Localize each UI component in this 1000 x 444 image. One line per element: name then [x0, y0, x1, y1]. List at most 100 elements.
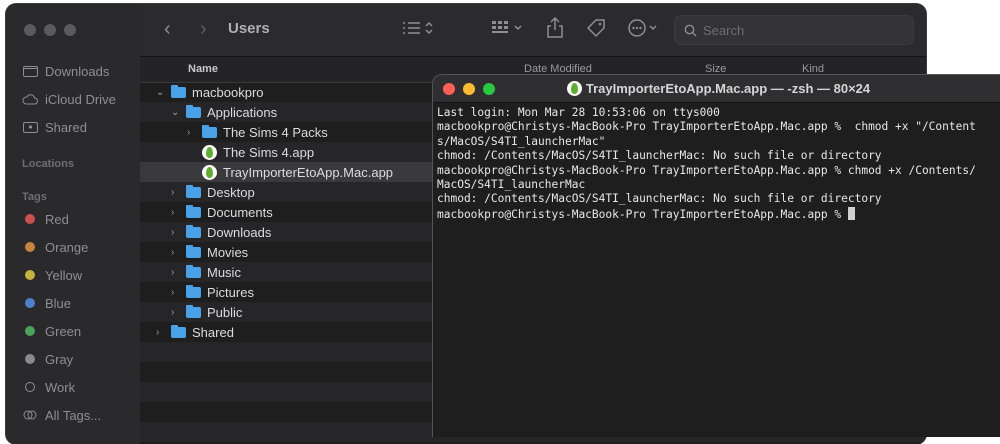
tag-dot-icon: [25, 242, 35, 252]
sidebar-tag-work[interactable]: Work: [22, 377, 75, 397]
chevron-right-icon[interactable]: ›: [171, 227, 183, 238]
terminal-prompt: macbookpro@Christys-MacBook-Pro TrayImpo…: [437, 207, 848, 221]
cloud-icon: [22, 93, 38, 105]
sidebar-tag-gray[interactable]: Gray: [22, 349, 73, 369]
text-cursor: [847, 206, 855, 220]
sidebar-item-label: Orange: [45, 239, 89, 255]
folder-icon: [186, 224, 201, 238]
chevron-right-icon[interactable]: ›: [156, 327, 168, 338]
folder-icon: [202, 124, 217, 138]
sidebar-item-downloads[interactable]: Downloads: [22, 61, 109, 81]
column-name[interactable]: Name: [188, 63, 218, 75]
search-placeholder: Search: [703, 22, 745, 38]
terminal-titlebar: TrayImporterEtoApp.Mac.app — -zsh — 80×2…: [433, 75, 1000, 103]
list-view-icon[interactable]: [402, 20, 434, 41]
tag-dot-icon: [25, 270, 35, 280]
list-item-label: Public: [207, 304, 243, 320]
sidebar-item-label: Yellow: [45, 267, 83, 283]
sidebar-tag-orange[interactable]: Orange: [22, 237, 88, 257]
window-controls: [24, 24, 76, 36]
sidebar-tag-green[interactable]: Green: [22, 321, 81, 341]
folder-icon: [186, 184, 201, 198]
chevron-right-icon[interactable]: ›: [171, 267, 183, 278]
forward-button[interactable]: ›: [200, 18, 207, 41]
sidebar-item-label: Green: [45, 323, 82, 339]
terminal-line: macbookpro@Christys-MacBook-Pro TrayImpo…: [437, 120, 976, 134]
close-button[interactable]: [24, 24, 36, 36]
sidebar-item-shared[interactable]: Shared: [22, 117, 87, 137]
list-item-label: Documents: [207, 204, 273, 220]
terminal-line: chmod: /Contents/MacOS/S4TI_launcherMac:…: [437, 149, 882, 163]
share-icon[interactable]: [546, 16, 564, 44]
list-item-label: Shared: [192, 324, 234, 340]
folder-icon: [186, 244, 201, 258]
terminal-line: s/MacOS/S4TI_launcherMac": [437, 134, 606, 148]
all-tags-icon: [22, 410, 38, 420]
group-icon[interactable]: [492, 20, 526, 41]
chevron-right-icon[interactable]: ›: [171, 207, 183, 218]
chevron-right-icon[interactable]: ›: [171, 187, 183, 198]
sidebar-item-label: Shared: [45, 119, 87, 135]
folder-icon: [171, 324, 186, 338]
chevron-right-icon[interactable]: ›: [171, 247, 183, 258]
sidebar-tag-yellow[interactable]: Yellow: [22, 265, 82, 285]
folder-icon: [186, 204, 201, 218]
locations-header: Locations: [22, 158, 74, 170]
list-item-label: The Sims 4 Packs: [223, 124, 328, 140]
list-item-label: Music: [207, 264, 241, 280]
folder-download-icon: [22, 65, 38, 77]
more-actions-icon[interactable]: [628, 19, 662, 42]
list-item-label: Applications: [207, 104, 278, 120]
terminal-output[interactable]: Last login: Mon Mar 28 10:53:06 on ttys0…: [433, 103, 1000, 222]
shared-folder-icon: [22, 121, 38, 133]
terminal-title: TrayImporterEtoApp.Mac.app — -zsh — 80×2…: [433, 81, 1000, 96]
terminal-title-text: TrayImporterEtoApp.Mac.app — -zsh — 80×2…: [585, 81, 871, 96]
search-field[interactable]: Search: [674, 15, 914, 45]
sidebar-tag-red[interactable]: Red: [22, 209, 69, 229]
tag-dot-icon: [25, 354, 35, 364]
trayimporter-app-icon: [566, 81, 582, 96]
sidebar-item-label: Downloads: [45, 63, 110, 79]
terminal-window[interactable]: TrayImporterEtoApp.Mac.app — -zsh — 80×2…: [432, 74, 1000, 437]
sidebar-all-tags[interactable]: All Tags...: [22, 405, 101, 425]
terminal-line: chmod: /Contents/MacOS/S4TI_launcherMac:…: [437, 192, 882, 206]
chevron-right-icon[interactable]: ›: [171, 307, 183, 318]
tag-icon[interactable]: [586, 18, 606, 43]
terminal-line: macbookpro@Christys-MacBook-Pro TrayImpo…: [437, 163, 976, 177]
sidebar-item-label: Gray: [45, 351, 74, 367]
terminal-line: MacOS/S4TI_launcherMac: [437, 178, 586, 192]
sims-app-icon: [202, 144, 217, 160]
list-item-label: Downloads: [207, 224, 272, 240]
sidebar-item-label: Work: [45, 379, 76, 395]
folder-icon: [186, 304, 201, 318]
tag-dot-icon: [25, 298, 35, 308]
tags-header: Tags: [22, 191, 47, 203]
chevron-right-icon[interactable]: ›: [171, 287, 183, 298]
window-title: Users: [228, 20, 270, 37]
folder-icon: [186, 264, 201, 278]
list-item-label: The Sims 4.app: [223, 144, 315, 160]
home-folder-icon: [171, 84, 186, 98]
sidebar-item-icloud-drive[interactable]: iCloud Drive: [22, 89, 116, 109]
list-item-label: Movies: [207, 244, 249, 260]
minimize-button[interactable]: [44, 24, 56, 36]
trayimporter-app-icon: [202, 164, 217, 180]
tag-dot-icon: [25, 214, 35, 224]
chevron-down-icon[interactable]: ⌄: [171, 107, 183, 118]
sidebar-item-label: iCloud Drive: [45, 91, 116, 107]
sidebar-tag-blue[interactable]: Blue: [22, 293, 71, 313]
list-item-label: Desktop: [207, 184, 255, 200]
tag-dot-icon: [25, 326, 35, 336]
finder-sidebar: Downloads iCloud Drive Shared Locations …: [6, 4, 140, 444]
zoom-button[interactable]: [64, 24, 76, 36]
list-item-label: TrayImporterEtoApp.Mac.app: [223, 164, 394, 180]
back-button[interactable]: ‹: [164, 18, 171, 41]
list-item-label: macbookpro: [192, 84, 264, 100]
sidebar-item-label: All Tags...: [45, 407, 102, 423]
search-icon: [684, 24, 697, 37]
sidebar-item-label: Blue: [45, 295, 72, 311]
chevron-down-icon[interactable]: ⌄: [156, 87, 168, 98]
chevron-right-icon[interactable]: ›: [187, 127, 199, 138]
sidebar-item-label: Red: [45, 211, 69, 227]
list-item-label: Pictures: [207, 284, 254, 300]
